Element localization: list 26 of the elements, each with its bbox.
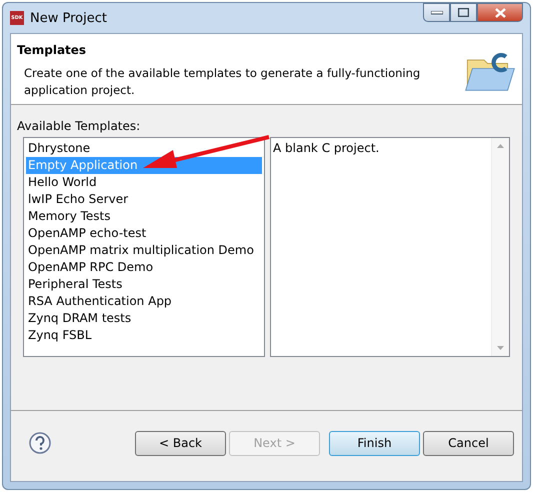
template-item[interactable]: OpenAMP matrix multiplication Demo — [26, 242, 262, 259]
template-item[interactable]: RSA Authentication App — [26, 293, 262, 310]
template-item[interactable]: Hello World — [26, 174, 262, 191]
dialog-button[interactable]: Finish — [329, 430, 420, 456]
template-description: A blank C project. — [272, 140, 380, 157]
maximize-icon — [458, 8, 469, 17]
close-icon — [494, 8, 506, 18]
template-item[interactable]: Memory Tests — [26, 208, 262, 225]
template-item[interactable]: Peripheral Tests — [26, 276, 262, 293]
template-item[interactable]: Zynq DRAM tests — [26, 310, 262, 327]
window-title: New Project — [30, 10, 107, 26]
dialog-button[interactable]: < Back — [135, 430, 226, 456]
template-item[interactable]: lwIP Echo Server — [26, 191, 262, 208]
template-item[interactable]: OpenAMP RPC Demo — [26, 259, 262, 276]
maximize-button[interactable] — [450, 3, 477, 22]
page-title: Templates — [17, 43, 88, 57]
minimize-icon — [430, 10, 442, 14]
page-description: Create one of the available templates to generate a fully-functioning application project. — [24, 65, 422, 99]
dialog-button[interactable]: Cancel — [423, 430, 514, 456]
template-item[interactable]: Dhrystone — [26, 140, 262, 157]
templates-label: Available Templates: — [17, 119, 142, 133]
close-button[interactable] — [477, 3, 523, 22]
help-icon[interactable] — [29, 432, 51, 454]
template-item[interactable]: Zynq FSBL — [26, 327, 262, 344]
template-item[interactable]: OpenAMP echo-test — [26, 225, 262, 242]
minimize-button[interactable] — [423, 3, 450, 22]
